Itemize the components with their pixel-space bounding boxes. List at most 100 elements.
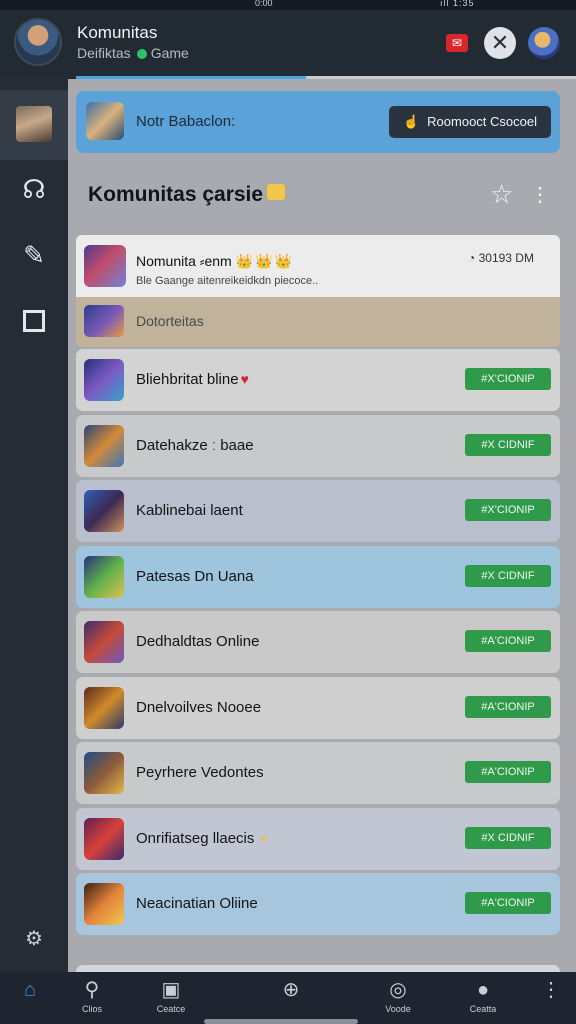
banner-action-button[interactable]: ☝ Roomooct Csocoel: [389, 106, 551, 138]
sidebar-item-community[interactable]: [0, 90, 68, 160]
sparkle-icon: ✦: [258, 832, 269, 846]
nav-chat[interactable]: ◎ Voode: [368, 978, 428, 1014]
join-button[interactable]: #X'CIONIP: [465, 368, 551, 390]
game-thumbnail: [84, 818, 124, 860]
list-item[interactable]: Dedhaldtas Online #A'CIONIP: [76, 611, 560, 673]
mail-icon[interactable]: ✉: [446, 34, 468, 52]
list-item-partial: [76, 965, 560, 972]
list-item[interactable]: Dnelvoilves Nooee #A'CIONIP: [76, 677, 560, 739]
join-button[interactable]: #A'CIONIP: [465, 761, 551, 783]
community-name: Kablinebai laent: [136, 502, 243, 519]
featured-name: Nomunita ⸗enm 👑👑👑: [136, 253, 294, 270]
list-item[interactable]: Patesas Dn Uana #X CIDNIF: [76, 546, 560, 608]
nav-gift[interactable]: ▣ Ceatce: [141, 978, 201, 1014]
featured-time-text: 30193 DM: [478, 251, 534, 265]
join-button[interactable]: #A'CIONIP: [465, 630, 551, 652]
settings-icon[interactable]: ⚙: [0, 926, 68, 951]
featured-time: ◔ 30193 DM: [468, 251, 534, 265]
nav-label: Ceatta: [469, 1004, 497, 1014]
community-name: Dnelvoilves Nooee: [136, 699, 261, 716]
nav-home[interactable]: ⌂: [0, 978, 60, 1004]
community-name-text: Kablinebai laent: [136, 502, 243, 519]
join-button[interactable]: #A'CIONIP: [465, 892, 551, 914]
community-name-text: Onrifiatseg llaecis: [136, 830, 255, 847]
featured-name-text: Nomunita ⸗enm: [136, 253, 232, 269]
game-thumbnail: [84, 621, 124, 663]
community-name-text: Bliehbritat bline: [136, 371, 239, 388]
community-name: Neacinatian Oliine: [136, 895, 258, 912]
subrow-thumbnail: [84, 305, 124, 337]
square-icon[interactable]: [23, 310, 45, 332]
user-avatar[interactable]: [14, 18, 62, 66]
join-button[interactable]: #X CIDNIF: [465, 434, 551, 456]
community-name-text: Peyrhere Vedontes: [136, 764, 264, 781]
featured-subrow[interactable]: Dotorteitas: [76, 297, 560, 347]
hand-icon: ☝: [402, 114, 420, 129]
compass-icon: ⊕: [282, 979, 300, 1001]
list-item[interactable]: Datehakze ː baae #X CIDNIF: [76, 415, 560, 477]
header-subtitle: Deifiktas Game: [77, 45, 189, 61]
online-dot-icon: [136, 49, 147, 59]
section-title: Komunitas çarsie: [88, 183, 286, 207]
home-icon: ⌂: [23, 979, 37, 1001]
status-bar: 0:00 ıll 1:35: [0, 0, 576, 10]
paint-icon[interactable]: ✎: [0, 240, 68, 271]
banner-text: Notr Babaclon:: [136, 113, 236, 130]
subtitle-left: Deifiktas: [77, 45, 131, 61]
bottom-nav: ⌂ ⚲ Clios ▣ Ceatce ⊕ ◎ Voode ● Ceatta ⋮: [0, 972, 576, 1024]
game-thumbnail: [84, 687, 124, 729]
community-thumbnail: [16, 106, 52, 142]
game-thumbnail: [84, 752, 124, 794]
community-name-text: Neacinatian Oliine: [136, 895, 258, 912]
heart-icon: ♥: [240, 371, 249, 387]
join-button[interactable]: #A'CIONIP: [465, 696, 551, 718]
page-title: Komunitas: [77, 23, 158, 42]
nav-label: Voode: [385, 1004, 411, 1014]
game-thumbnail: [84, 425, 124, 467]
list-item[interactable]: Peyrhere Vedontes #A'CIONIP: [76, 742, 560, 804]
community-name-text: Dedhaldtas Online: [136, 633, 260, 650]
list-item[interactable]: Kablinebai laent #X'CIONIP: [76, 480, 560, 542]
chat-icon: ◎: [389, 979, 407, 1001]
nav-label: Clios: [81, 1004, 102, 1014]
list-item[interactable]: Bliehbritat bline ♥ #X'CIONIP: [76, 349, 560, 411]
search-icon: ⚲: [84, 979, 100, 1001]
subrow-label: Dotorteitas: [136, 313, 204, 329]
join-button[interactable]: #X CIDNIF: [465, 827, 551, 849]
featured-thumbnail: [84, 245, 126, 287]
game-thumbnail: [84, 359, 124, 401]
community-name-text: Datehakze ː baae: [136, 437, 254, 454]
game-avatar[interactable]: [528, 27, 560, 59]
more-icon: ⋮: [541, 979, 561, 1001]
banner-button-label: Roomooct Csocoel: [427, 114, 537, 129]
featured-community[interactable]: Nomunita ⸗enm 👑👑👑 Ble Gaange aitenreikeid…: [76, 235, 560, 297]
community-name-text: Dnelvoilves Nooee: [136, 699, 262, 716]
main-content: Notr Babaclon: ☝ Roomooct Csocoel Komunit…: [68, 79, 576, 972]
nav-more[interactable]: ⋮: [521, 978, 576, 1004]
profile-icon: ●: [476, 979, 490, 1001]
community-name: Onrifiatseg llaecis ✦: [136, 830, 268, 847]
community-name: Patesas Dn Uana: [136, 568, 254, 585]
list-item[interactable]: Onrifiatseg llaecis ✦ #X CIDNIF: [76, 808, 560, 870]
section-title-text: Komunitas çarsie: [88, 183, 264, 206]
community-name: Peyrhere Vedontes: [136, 764, 264, 781]
sidebar: ☊ ✎ ⚙: [0, 78, 68, 972]
notification-banner: Notr Babaclon: ☝ Roomooct Csocoel: [76, 91, 560, 153]
close-button[interactable]: ✕: [484, 27, 516, 59]
community-name-text: Patesas Dn Uana: [136, 568, 254, 585]
community-name: Bliehbritat bline ♥: [136, 371, 249, 388]
community-name: Dedhaldtas Online: [136, 633, 259, 650]
nav-profile[interactable]: ● Ceatta: [453, 978, 513, 1014]
star-icon[interactable]: ☆: [490, 179, 513, 210]
crown-icon: [267, 184, 286, 200]
gift-icon: ▣: [161, 979, 181, 1001]
nav-search[interactable]: ⚲ Clios: [62, 978, 122, 1014]
headset-icon[interactable]: ☊: [0, 174, 68, 205]
join-button[interactable]: #X CIDNIF: [465, 565, 551, 587]
community-name: Datehakze ː baae: [136, 437, 254, 454]
status-indicators: ıll 1:35: [440, 0, 475, 8]
more-options-icon[interactable]: ⋮: [530, 182, 550, 207]
join-button[interactable]: #X'CIONIP: [465, 499, 551, 521]
list-item[interactable]: Neacinatian Oliine #A'CIONIP: [76, 873, 560, 935]
nav-compass[interactable]: ⊕: [261, 978, 321, 1004]
